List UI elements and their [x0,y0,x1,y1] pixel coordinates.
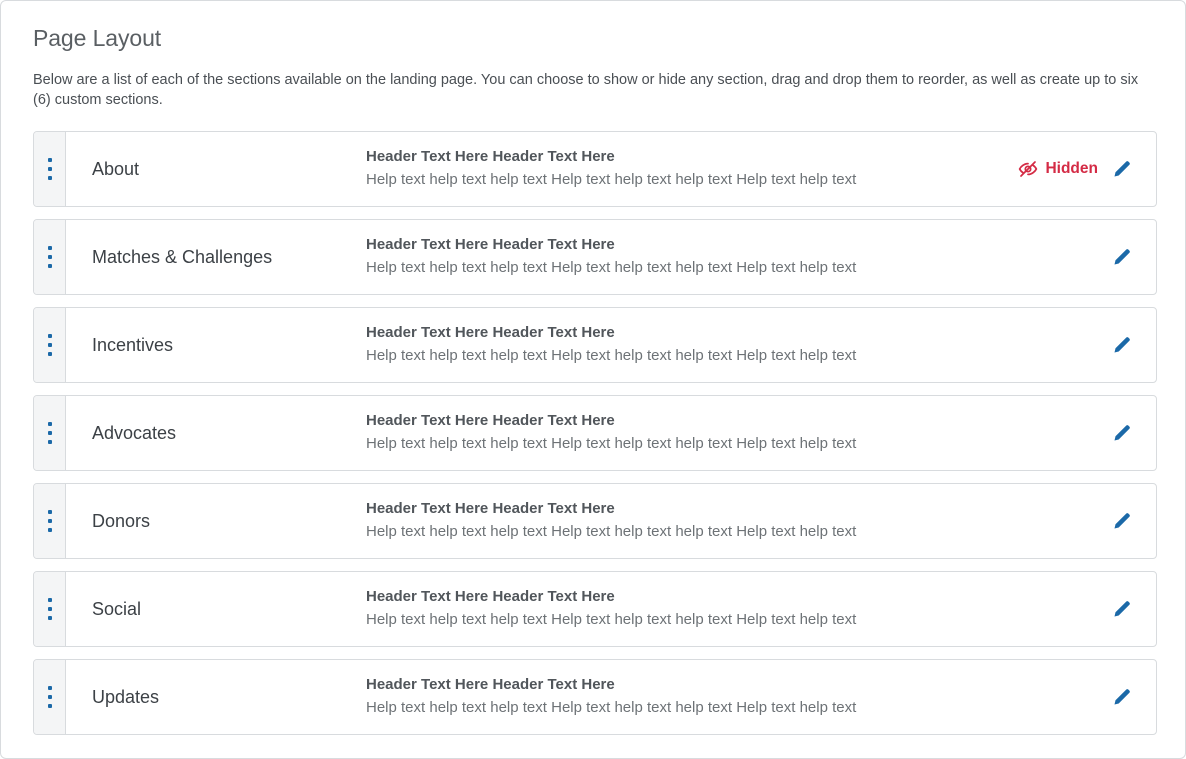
section-actions: Hidden [966,132,1156,206]
drag-handle-dot [47,695,52,699]
section-name: Advocates [92,422,177,443]
drag-handle-dot [47,246,52,250]
drag-handle-dot [47,440,52,444]
section-row[interactable]: Incentives Header Text Here Header Text H… [33,307,1157,383]
section-row[interactable]: About Header Text Here Header Text Here He… [33,131,1157,207]
page-description: Below are a list of each of the sections… [33,72,1139,108]
drag-handle-dot [47,167,52,171]
drag-handle-dot [47,686,52,690]
section-header-text: Header Text Here Header Text Here [366,412,615,429]
drag-handle-dot [47,704,52,708]
pencil-icon [1114,249,1130,265]
drag-handle-dot [47,607,52,611]
section-row[interactable]: Donors Header Text Here Header Text Here H… [33,483,1157,559]
section-name: About [92,158,140,179]
eye-slash-icon [1018,159,1038,179]
section-help-text: Help text help text help text Help text … [366,259,857,276]
section-header-text: Header Text Here Header Text Here [366,148,615,165]
edit-section-button[interactable] [1110,157,1134,181]
pencil-icon [1114,689,1130,705]
section-name: Social [92,598,142,619]
section-header-text: Header Text Here Header Text Here [366,676,615,693]
section-actions [966,220,1156,294]
drag-handle-dot [47,422,52,426]
section-name: Updates [92,686,160,707]
section-name: Donors [92,510,151,531]
section-actions [966,484,1156,558]
drag-handle-dots-icon[interactable] [34,572,66,646]
drag-handle-dot [47,616,52,620]
edit-section-button[interactable] [1110,685,1134,709]
section-help-text: Help text help text help text Help text … [366,435,857,452]
section-row[interactable]: Updates Header Text Here Header Text Here… [33,659,1157,735]
section-row[interactable]: Advocates Header Text Here Header Text He… [33,395,1157,471]
section-help-text: Help text help text help text Help text … [366,171,857,188]
drag-handle-dot [47,528,52,532]
section-help-text: Help text help text help text Help text … [366,611,857,628]
section-text-block: Header Text Here Header Text Here Help te… [363,572,966,646]
status-badge-hidden[interactable]: Hidden [1018,159,1098,179]
pencil-icon [1114,337,1130,353]
section-help-text: Help text help text help text Help text … [366,699,857,716]
section-help-text: Help text help text help text Help text … [366,347,857,364]
section-header-text: Header Text Here Header Text Here [366,500,615,517]
section-text-block: Header Text Here Header Text Here Help te… [363,396,966,470]
drag-handle-dot [47,158,52,162]
drag-handle-dot [47,352,52,356]
drag-handle-dot [47,334,52,338]
section-name: Matches & Challenges [92,246,273,267]
drag-handle-dots-icon[interactable] [34,484,66,558]
section-header-text: Header Text Here Header Text Here [366,236,615,253]
drag-handle-dot [47,431,52,435]
section-text-block: Header Text Here Header Text Here Help te… [363,660,966,734]
pencil-icon [1114,161,1130,177]
drag-handle-dots-icon[interactable] [34,396,66,470]
section-row[interactable]: Social Header Text Here Header Text Here H… [33,571,1157,647]
section-text-block: Header Text Here Header Text Here Help te… [363,132,966,206]
section-actions [966,396,1156,470]
section-actions [966,308,1156,382]
drag-handle-dot [47,510,52,514]
drag-handle-dots-icon[interactable] [34,308,66,382]
page-title: Page Layout [33,25,162,51]
drag-handle-dot [47,264,52,268]
drag-handle-dots-icon[interactable] [34,660,66,734]
drag-handle-dot [47,343,52,347]
section-row[interactable]: Matches & Challenges Header Text Here Hea… [33,219,1157,295]
edit-section-button[interactable] [1110,421,1134,445]
section-help-text: Help text help text help text Help text … [366,523,857,540]
section-header-text: Header Text Here Header Text Here [366,324,615,341]
drag-handle-dot [47,598,52,602]
section-text-block: Header Text Here Header Text Here Help te… [363,484,966,558]
pencil-icon [1114,601,1130,617]
drag-handle-dot [47,519,52,523]
drag-handle-dots-icon[interactable] [34,220,66,294]
pencil-icon [1114,513,1130,529]
section-text-block: Header Text Here Header Text Here Help te… [363,308,966,382]
edit-section-button[interactable] [1110,509,1134,533]
page-layout-panel: Page Layout Below are a list of each of … [0,0,1186,759]
section-text-block: Header Text Here Header Text Here Help te… [363,220,966,294]
edit-section-button[interactable] [1110,597,1134,621]
edit-section-button[interactable] [1110,333,1134,357]
section-header-text: Header Text Here Header Text Here [366,588,615,605]
drag-handle-dot [47,176,52,180]
pencil-icon [1114,425,1130,441]
drag-handle-dot [47,255,52,259]
drag-handle-dots-icon[interactable] [34,132,66,206]
edit-section-button[interactable] [1110,245,1134,269]
section-actions [966,660,1156,734]
section-name: Incentives [92,334,174,355]
section-actions [966,572,1156,646]
sections-list: About Header Text Here Header Text Here He… [33,131,1157,747]
hidden-label: Hidden [1045,160,1098,177]
